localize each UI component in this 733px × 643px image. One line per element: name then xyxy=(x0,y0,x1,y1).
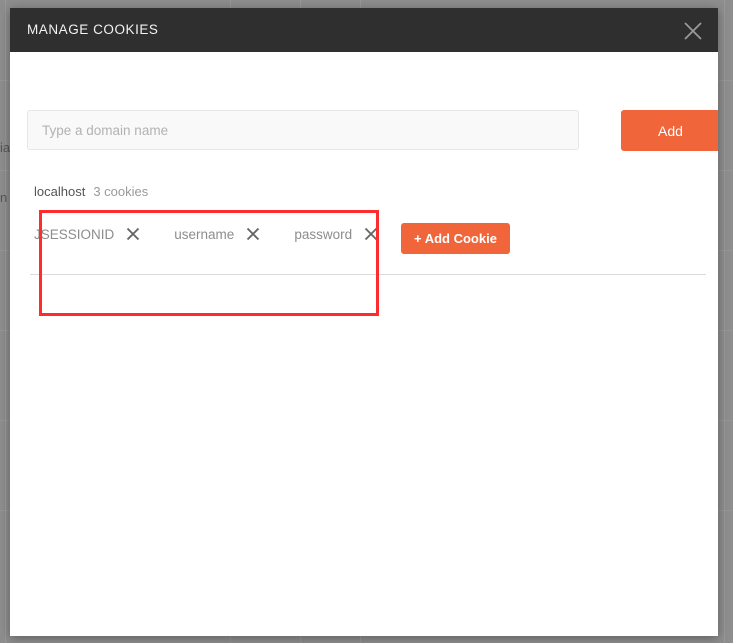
backdrop-text-fragment: ia xyxy=(0,140,11,155)
page-title: MANAGE COOKIES xyxy=(27,22,159,37)
domain-input[interactable] xyxy=(27,110,579,150)
cookie-name-label: username xyxy=(174,226,235,242)
cookie-chip-username[interactable]: username xyxy=(174,226,261,242)
close-icon[interactable] xyxy=(245,226,261,242)
close-icon[interactable] xyxy=(363,226,379,242)
close-icon[interactable] xyxy=(125,226,141,242)
section-divider xyxy=(30,274,706,275)
cookie-chip-password[interactable]: password xyxy=(294,226,379,242)
manage-cookies-modal: MANAGE COOKIES Add localhost 3 cookies xyxy=(10,8,718,636)
page-root: ia n MANAGE COOKIES Add localhost 3 cooki… xyxy=(0,0,733,643)
backdrop-line xyxy=(724,0,725,643)
add-cookie-button[interactable]: + Add Cookie xyxy=(401,223,510,254)
cookie-count-label: 3 cookies xyxy=(93,184,149,199)
domain-summary: localhost 3 cookies xyxy=(34,184,148,199)
domain-name-label: localhost xyxy=(34,184,86,199)
cookie-list: JSESSIONID username password + Add Cooki… xyxy=(34,223,702,308)
add-domain-button[interactable]: Add xyxy=(621,110,718,151)
backdrop-line xyxy=(5,0,6,643)
cookie-chip-jsessionid[interactable]: JSESSIONID xyxy=(34,226,141,242)
cookie-chip-row: JSESSIONID username password xyxy=(34,226,412,242)
backdrop-text-fragment: n xyxy=(0,190,8,205)
modal-body: Add localhost 3 cookies JSESSIONID xyxy=(10,52,718,636)
close-icon[interactable] xyxy=(681,19,705,43)
modal-header: MANAGE COOKIES xyxy=(10,8,718,52)
cookie-name-label: JSESSIONID xyxy=(34,226,115,242)
domain-form: Add xyxy=(27,110,718,151)
cookie-name-label: password xyxy=(294,226,353,242)
